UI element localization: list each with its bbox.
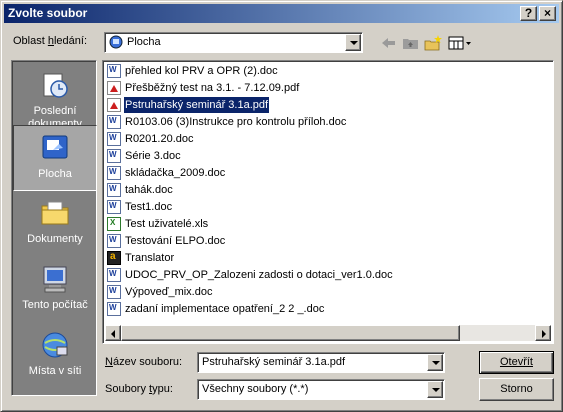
documents-folder-icon [39,197,71,229]
doc-file-icon [107,268,121,282]
view-menu-icon[interactable] [446,34,474,52]
filetype-dropdown-button[interactable] [427,381,443,398]
doc-file-icon [107,132,121,146]
filetype-value: Všechny soubory (*.*) [202,383,309,395]
file-name: přehled kol PRV a OPR (2).doc [125,65,278,77]
doc-file-icon [107,64,121,78]
doc-file-icon [107,166,121,180]
scroll-thumb[interactable] [121,325,460,341]
file-name: zadaní implementace opatření_2 2 _.doc [125,303,325,315]
look-in-combobox[interactable]: Plocha [104,32,363,53]
file-name: Translator [125,252,175,264]
place-documents[interactable]: Dokumenty [13,191,97,255]
filetype-select[interactable]: Všechny soubory (*.*) [197,379,445,400]
scroll-right-button[interactable] [535,325,551,341]
doc-file-icon [107,183,121,197]
open-button[interactable]: Otevřít [479,351,554,374]
title-bar[interactable]: Zvolte soubor ? × [4,4,559,23]
scroll-left-button[interactable] [105,325,121,341]
xls-file-icon [107,217,121,231]
file-name: Výpoveď_mix.doc [125,286,213,298]
network-places-icon [39,329,71,361]
help-button[interactable]: ? [520,6,537,21]
filename-label: Název souboru: [105,356,183,368]
file-name: R0201.20.doc [125,133,194,145]
dialog-title: Zvolte soubor [8,6,88,20]
file-name: Série 3.doc [125,150,181,162]
doc-file-icon [107,285,121,299]
place-network[interactable]: Místa v síti [13,323,97,391]
file-open-dialog: Zvolte soubor ? × Oblast hledání: Plocha… [0,0,563,412]
file-list-rows: přehled kol PRV a OPR (2).doc Přešběžný t… [105,63,551,325]
desktop-icon [39,132,71,164]
file-name: tahák.doc [125,184,173,196]
close-button[interactable]: × [539,6,556,21]
file-name: Test1.doc [125,201,173,213]
file-list[interactable]: přehled kol PRV a OPR (2).doc Přešběžný t… [102,60,554,344]
recent-documents-icon [39,69,71,101]
place-label: Tento počítač [22,299,88,311]
my-computer-icon [39,263,71,295]
file-name: Testování ELPO.doc [125,235,226,247]
horizontal-scrollbar[interactable] [105,325,551,341]
doc-file-icon [107,234,121,248]
desktop-icon [109,35,123,49]
place-label: Plocha [38,168,72,180]
doc-file-icon [107,200,121,214]
app-file-icon [107,251,121,265]
new-folder-icon[interactable] [422,34,444,52]
file-name: R0103.06 (3)Instrukce pro kontrolu přílo… [125,116,347,128]
doc-file-icon [107,115,121,129]
file-name: skládačka_2009.doc [125,167,226,179]
file-name: Pstruhařský seminář 3.1a.pdf [122,96,271,114]
open-button-label: Otevřít [499,356,533,368]
filename-value: Pstruhařský seminář 3.1a.pdf [202,356,346,368]
up-folder-icon[interactable] [400,34,422,52]
filename-input[interactable]: Pstruhařský seminář 3.1a.pdf [197,352,445,373]
pdf-file-icon [107,98,121,112]
look-in-dropdown-button[interactable] [345,34,361,51]
place-label: Dokumenty [27,233,83,245]
file-name: UDOC_PRV_OP_Zalozeni zadosti o dotaci_ve… [125,269,393,281]
place-recent-documents[interactable]: Poslední dokumenty [13,63,97,130]
doc-file-icon [107,302,121,316]
places-bar: Poslední dokumenty Plocha Dokumenty Tent… [11,60,97,396]
place-my-computer[interactable]: Tento počítač [13,257,97,321]
doc-file-icon [107,149,121,163]
file-name: Přešběžný test na 3.1. - 7.12.09.pdf [125,82,300,94]
back-arrow-icon[interactable] [378,34,400,52]
place-label: Místa v síti [28,365,82,377]
pdf-file-icon [107,81,121,95]
cancel-button[interactable]: Storno [479,378,554,401]
filename-dropdown-button[interactable] [427,354,443,371]
file-name: Test uživatelé.xls [125,218,209,230]
filetype-label: Soubory typu: [105,383,173,395]
place-desktop[interactable]: Plocha [13,125,97,191]
look-in-value: Plocha [127,36,161,48]
look-in-label: Oblast hledání: [13,35,88,47]
